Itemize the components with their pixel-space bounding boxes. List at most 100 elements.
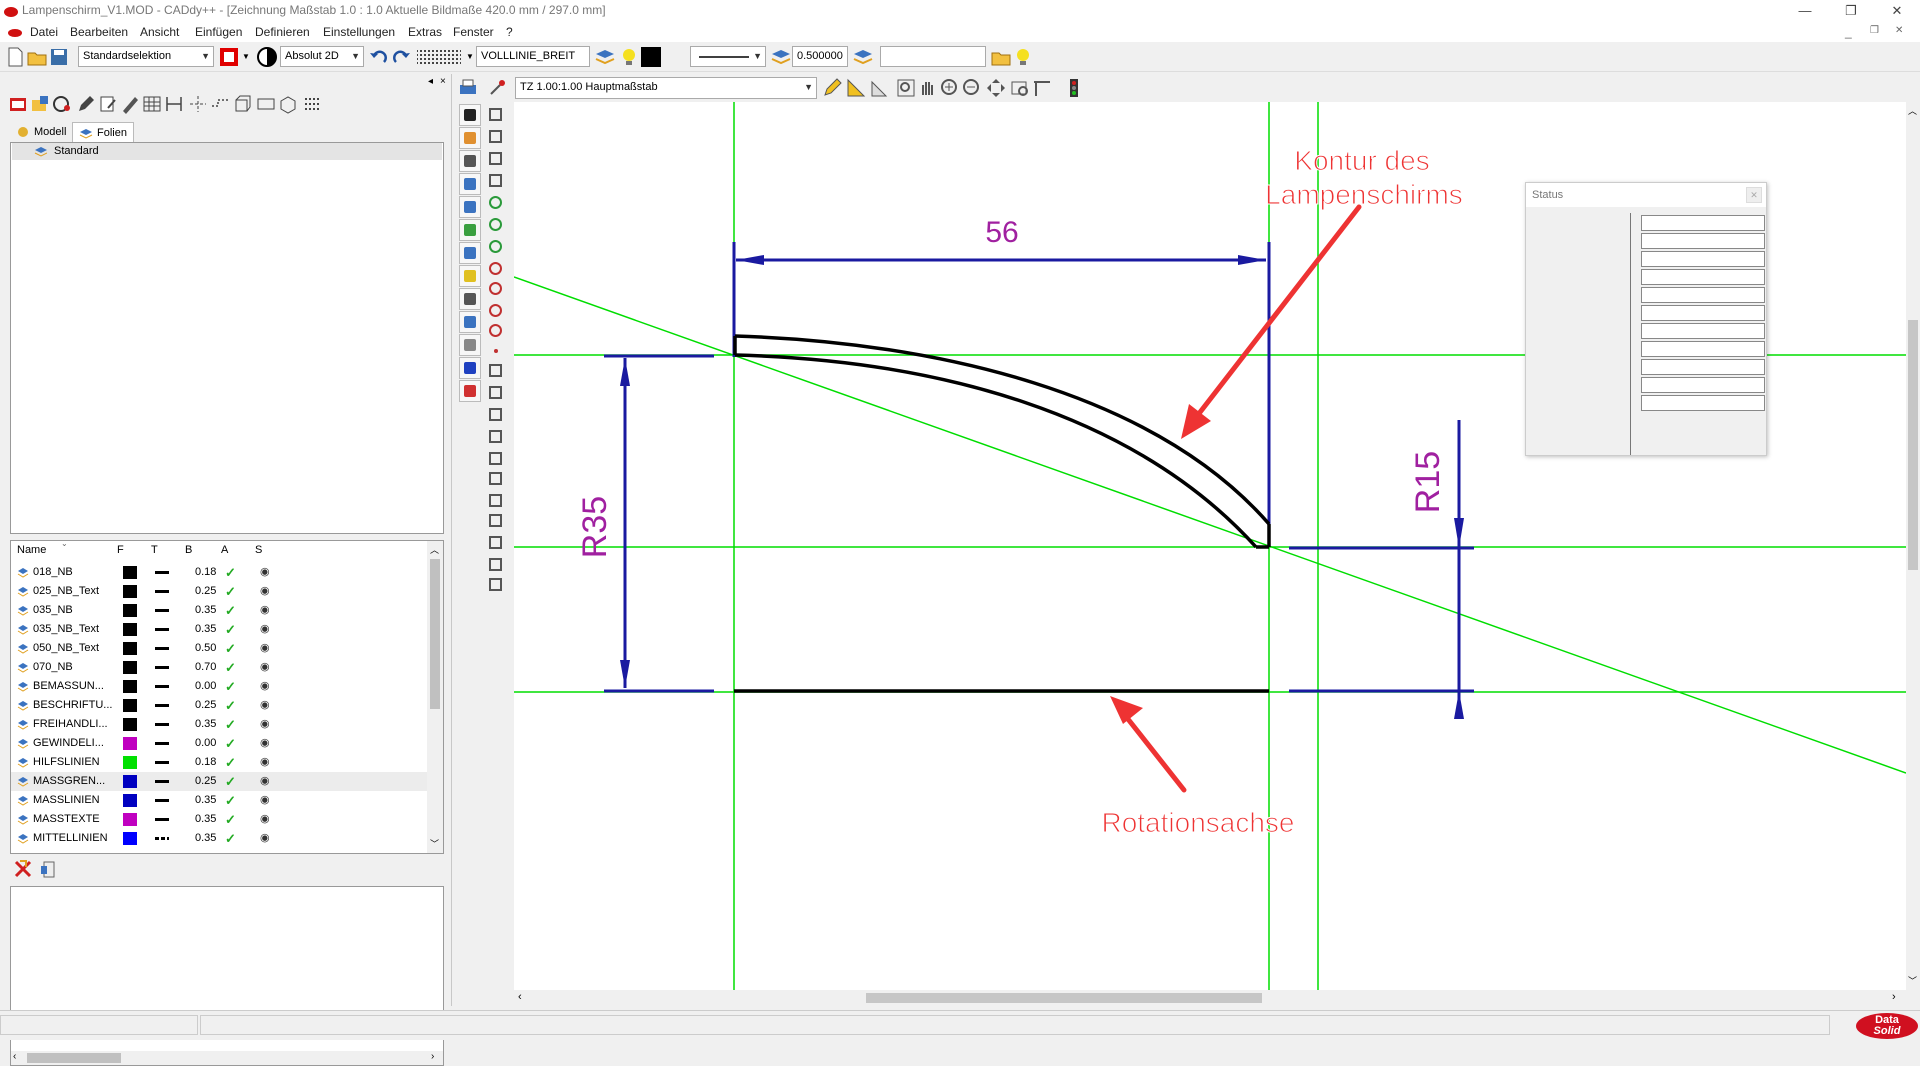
menu-fenster[interactable]: Fenster — [453, 25, 494, 39]
child-close-button[interactable]: ✕ — [1895, 25, 1903, 36]
layer-color-swatch[interactable] — [123, 794, 137, 807]
scroll-up-icon[interactable]: ︿ — [1908, 104, 1917, 117]
visibility-eye-icon[interactable]: ◉ — [260, 791, 270, 810]
circle-radius-icon[interactable] — [485, 236, 507, 258]
active-check-icon[interactable]: ✓ — [225, 829, 236, 848]
layer-stack-icon[interactable] — [594, 46, 616, 68]
layer-width[interactable]: 0.25 — [195, 582, 216, 601]
scroll-down-icon[interactable]: ﹀ — [430, 837, 439, 850]
open-folder-icon[interactable] — [26, 46, 48, 68]
child-minimize-button[interactable]: _ — [1845, 25, 1852, 39]
active-check-icon[interactable]: ✓ — [225, 791, 236, 810]
visibility-eye-icon[interactable]: ◉ — [260, 620, 270, 639]
layer-linetype[interactable] — [155, 590, 169, 593]
active-check-icon[interactable]: ✓ — [225, 563, 236, 582]
3d-box-icon[interactable] — [278, 94, 298, 114]
lightbulb-icon[interactable] — [616, 46, 638, 68]
active-check-icon[interactable]: ✓ — [225, 715, 236, 734]
layer-row[interactable]: BEMASSUN... 0.00 ✓ ◉ — [11, 677, 427, 696]
minimize-button[interactable]: — — [1782, 0, 1828, 22]
layer-row[interactable]: FREIHANDLI... 0.35 ✓ ◉ — [11, 715, 427, 734]
chamfer-icon[interactable] — [485, 574, 507, 596]
scale-select[interactable]: TZ 1.00:1.00 Hauptmaßstab ▼ — [515, 77, 817, 99]
active-check-icon[interactable]: ✓ — [225, 620, 236, 639]
column-type[interactable]: T — [151, 541, 158, 559]
pencil-yellow-icon[interactable] — [821, 77, 843, 99]
active-check-icon[interactable]: ✓ — [225, 582, 236, 601]
active-check-icon[interactable]: ✓ — [225, 696, 236, 715]
color-swatch[interactable] — [641, 47, 661, 67]
polyline-icon[interactable] — [485, 148, 507, 170]
child-restore-button[interactable]: ❐ — [1870, 25, 1879, 36]
layer-color-swatch[interactable] — [123, 604, 137, 617]
measure-icon[interactable] — [869, 77, 891, 99]
layer-width[interactable]: 0.35 — [195, 810, 216, 829]
scroll-up-icon[interactable]: ︿ — [430, 543, 439, 556]
layer-color-swatch[interactable] — [123, 642, 137, 655]
scroll-left-icon[interactable]: ‹ — [518, 991, 522, 1003]
layer-stack-icon[interactable] — [770, 46, 792, 68]
box-icon[interactable] — [232, 94, 252, 114]
circle-icon[interactable] — [485, 258, 507, 280]
active-check-icon[interactable]: ✓ — [225, 734, 236, 753]
layer-color-swatch[interactable] — [123, 566, 137, 579]
text-tool-icon[interactable] — [459, 288, 481, 310]
tab-modell[interactable]: Modell — [10, 122, 70, 142]
visibility-eye-icon[interactable]: ◉ — [260, 715, 270, 734]
scroll-right-icon[interactable]: › — [431, 1051, 434, 1062]
layer-linetype[interactable] — [155, 609, 169, 612]
layer-linetype[interactable] — [155, 704, 169, 707]
layer-linetype[interactable] — [155, 723, 169, 726]
scroll-thumb[interactable] — [1908, 320, 1918, 570]
layer-linetype[interactable] — [155, 818, 169, 821]
zoom-extents-icon[interactable] — [985, 77, 1007, 99]
layer-linetype[interactable] — [155, 647, 169, 650]
visibility-eye-icon[interactable]: ◉ — [260, 677, 270, 696]
layer-row[interactable]: MITTELLINIEN 0.35 ✓ ◉ — [11, 829, 427, 848]
layer-row[interactable]: 035_NB 0.35 ✓ ◉ — [11, 601, 427, 620]
pointer-icon[interactable] — [485, 104, 507, 126]
slot-icon[interactable] — [485, 468, 507, 490]
active-check-icon[interactable]: ✓ — [225, 810, 236, 829]
scroll-thumb[interactable] — [430, 559, 440, 709]
layer-width[interactable]: 0.70 — [195, 658, 216, 677]
edit-icon[interactable] — [98, 94, 118, 114]
visibility-eye-icon[interactable]: ◉ — [260, 829, 270, 848]
layer-color-swatch[interactable] — [123, 813, 137, 826]
delete-icon[interactable] — [12, 858, 34, 880]
layer-width[interactable]: 0.00 — [195, 734, 216, 753]
layer-color-swatch[interactable] — [123, 699, 137, 712]
scroll-thumb[interactable] — [866, 993, 1262, 1003]
close-button[interactable]: ✕ — [1874, 0, 1920, 22]
pen-green-icon[interactable] — [459, 219, 481, 241]
redo-icon[interactable] — [390, 46, 412, 68]
ellipse-icon[interactable] — [485, 360, 507, 382]
pan-hand-icon[interactable] — [917, 77, 939, 99]
redraw-icon[interactable] — [1031, 77, 1053, 99]
layer-row[interactable]: BESCHRIFTU... 0.25 ✓ ◉ — [11, 696, 427, 715]
layer-row[interactable]: 025_NB_Text 0.25 ✓ ◉ — [11, 582, 427, 601]
point-icon[interactable] — [485, 340, 507, 362]
dotted-axis-icon[interactable] — [459, 242, 481, 264]
layer-linetype[interactable] — [155, 571, 169, 574]
layer-width[interactable]: 0.25 — [195, 772, 216, 791]
arc-3pt-icon[interactable] — [485, 300, 507, 322]
zoom-previous-icon[interactable] — [1009, 77, 1031, 99]
layer-manager-icon[interactable] — [8, 94, 28, 114]
visibility-eye-icon[interactable]: ◉ — [260, 772, 270, 791]
properties-icon[interactable] — [487, 77, 509, 99]
layer-row[interactable]: HILFSLINIEN 0.18 ✓ ◉ — [11, 753, 427, 772]
paint-icon[interactable] — [459, 311, 481, 333]
drawing-canvas[interactable]: 56 R35 R15 Kontur des Lampenschirms Rota… — [514, 102, 1906, 990]
layer-color-swatch[interactable] — [123, 737, 137, 750]
line-type-field[interactable]: VOLLLINIE_BREIT — [476, 46, 590, 67]
menu-datei[interactable]: Datei — [30, 25, 58, 39]
hatch-icon[interactable] — [142, 94, 162, 114]
visibility-eye-icon[interactable]: ◉ — [260, 582, 270, 601]
clipboard-icon[interactable] — [38, 858, 60, 880]
triangle-ruler-icon[interactable] — [845, 77, 867, 99]
column-name[interactable]: Name — [17, 541, 46, 559]
visibility-eye-icon[interactable]: ◉ — [260, 753, 270, 772]
visibility-eye-icon[interactable]: ◉ — [260, 601, 270, 620]
layer-width[interactable]: 0.35 — [195, 620, 216, 639]
